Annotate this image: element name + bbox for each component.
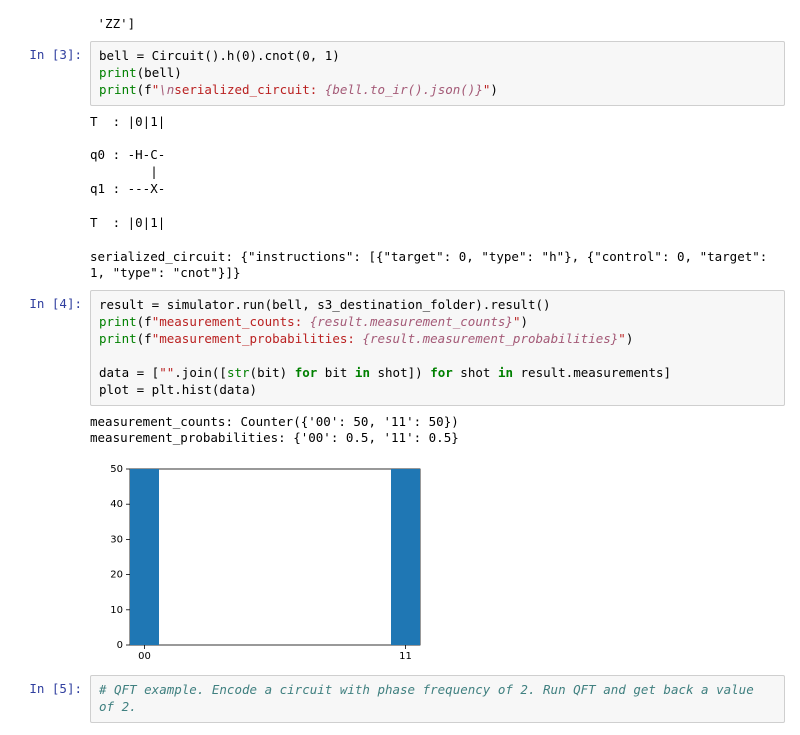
empty-prompt xyxy=(15,108,90,289)
code-comment: # QFT example. Encode a circuit with pha… xyxy=(99,682,761,714)
output-text-3: T : |0|1| q0 : -H-C- | q1 : ---X- T : |0… xyxy=(90,108,785,289)
svg-text:50: 50 xyxy=(110,464,123,475)
code-str: serialized_circuit: xyxy=(174,82,325,97)
code-builtin: print xyxy=(99,65,137,80)
code-text: (f xyxy=(137,82,152,97)
output-cell-3: T : |0|1| q0 : -H-C- | q1 : ---X- T : |0… xyxy=(15,108,785,289)
code-builtin: print xyxy=(99,82,137,97)
empty-prompt xyxy=(15,455,90,673)
svg-text:11: 11 xyxy=(399,651,412,662)
output-fragment-text: 'ZZ'] xyxy=(90,10,785,39)
code-input-5[interactable]: # QFT example. Encode a circuit with pha… xyxy=(90,675,785,723)
code-line: result = simulator.run(bell, s3_destinat… xyxy=(99,297,551,312)
code-interp: {result.measurement_probabilities} xyxy=(362,331,618,346)
svg-text:00: 00 xyxy=(138,651,151,662)
code-text: ) xyxy=(520,314,528,329)
code-line: bell = Circuit().h(0).cnot(0, 1) xyxy=(99,48,340,63)
svg-text:30: 30 xyxy=(110,535,123,546)
prompt-in-4: In [4]: xyxy=(15,290,90,405)
code-str: "" xyxy=(159,365,174,380)
code-kw: in xyxy=(498,365,513,380)
code-escape: \n xyxy=(159,82,174,97)
code-text: data = [ xyxy=(99,365,159,380)
code-kw: for xyxy=(295,365,318,380)
code-text: (f xyxy=(137,331,152,346)
output-cell-4-chart: 0 10 20 30 40 50 00 11 xyxy=(15,455,785,673)
prompt-in-5: In [5]: xyxy=(15,675,90,723)
code-input-4[interactable]: result = simulator.run(bell, s3_destinat… xyxy=(90,290,785,405)
code-str: " xyxy=(618,331,626,346)
svg-text:20: 20 xyxy=(110,570,123,581)
code-text: shot]) xyxy=(370,365,430,380)
output-cell-4-text: measurement_counts: Counter({'00': 50, '… xyxy=(15,408,785,454)
code-text: ) xyxy=(490,82,498,97)
code-input-3[interactable]: bell = Circuit().h(0).cnot(0, 1) print(b… xyxy=(90,41,785,106)
output-text-4: measurement_counts: Counter({'00': 50, '… xyxy=(90,408,785,454)
code-text: (bit) xyxy=(250,365,295,380)
empty-prompt xyxy=(15,10,90,39)
input-cell-4: In [4]: result = simulator.run(bell, s3_… xyxy=(15,290,785,405)
chart-svg: 0 10 20 30 40 50 00 11 xyxy=(90,459,430,669)
code-kw: in xyxy=(355,365,370,380)
code-text: shot xyxy=(453,365,498,380)
code-builtin: print xyxy=(99,314,137,329)
svg-text:10: 10 xyxy=(110,605,123,616)
code-interp: {result.measurement_counts} xyxy=(310,314,513,329)
code-builtin: print xyxy=(99,331,137,346)
code-text: (f xyxy=(137,314,152,329)
code-text: ) xyxy=(626,331,634,346)
code-text: bit xyxy=(317,365,355,380)
output-fragment-cell: 'ZZ'] xyxy=(15,10,785,39)
prompt-in-3: In [3]: xyxy=(15,41,90,106)
code-text: result.measurements] xyxy=(513,365,671,380)
code-interp: {bell.to_ir().json()} xyxy=(325,82,483,97)
code-kw: for xyxy=(430,365,453,380)
code-text: (bell) xyxy=(137,65,182,80)
code-text: .join([ xyxy=(174,365,227,380)
input-cell-5: In [5]: # QFT example. Encode a circuit … xyxy=(15,675,785,723)
code-str: "measurement_probabilities: xyxy=(152,331,363,346)
code-builtin: str xyxy=(227,365,250,380)
empty-prompt xyxy=(15,408,90,454)
input-cell-3: In [3]: bell = Circuit().h(0).cnot(0, 1)… xyxy=(15,41,785,106)
svg-text:0: 0 xyxy=(117,640,123,651)
code-line: plot = plt.hist(data) xyxy=(99,382,257,397)
svg-text:40: 40 xyxy=(110,499,123,510)
code-str: "measurement_counts: xyxy=(152,314,310,329)
histogram-chart: 0 10 20 30 40 50 00 11 xyxy=(90,455,785,673)
